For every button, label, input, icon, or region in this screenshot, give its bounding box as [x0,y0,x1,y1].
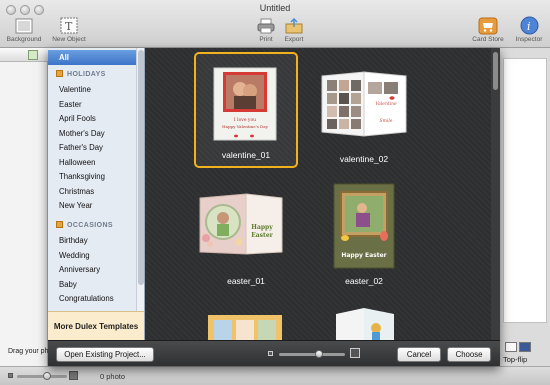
sidebar-item-valentine[interactable]: Valentine [48,82,137,97]
sidebar-scrollbar[interactable] [136,48,144,311]
template-name: valentine_02 [339,154,389,164]
template-category-sidebar: All HOLIDAYS Valentine Easter April Fool… [48,48,145,340]
toolbar-export-button[interactable]: Export [281,16,307,43]
template-name: easter_01 [227,276,265,286]
template-tile[interactable] [194,300,298,340]
template-name: valentine_01 [221,150,271,160]
svg-text:T: T [65,20,73,33]
toolbar-inspector-button[interactable]: i Inspector [512,16,546,43]
sidebar-section-occasions: OCCASIONS [48,218,137,233]
easter-card-thumbnail: Happy Easter [199,193,283,255]
card-text: Happy [251,224,273,231]
small-thumb-icon [8,373,13,378]
valentine-card-thumbnail: I love you Happy Valentine's Day [213,67,277,141]
small-size-icon [268,351,273,356]
sidebar-item-all[interactable]: All [48,50,137,65]
sidebar-item-birthday[interactable]: Birthday [48,233,137,248]
sidebar-item-april-fools[interactable]: April Fools [48,111,137,126]
template-grid: I love you Happy Valentine's Day valenti… [145,48,500,340]
top-flip-label: Top-flip [503,355,528,364]
template-tile[interactable]: I love you Happy Valentine's Day valenti… [194,52,298,168]
card-text: I love you [234,117,256,123]
card-thumbnail [336,308,394,340]
sidebar-item-halloween[interactable]: Halloween [48,155,137,170]
toolbar-inspector-label: Inspector [515,36,543,43]
template-tile[interactable]: Valentine Smile valentine_02 [312,54,416,170]
top-flip-option[interactable] [505,342,517,352]
toolbar-background-label: Background [6,36,42,43]
info-icon: i [519,16,539,35]
toolbar-export-label: Export [284,36,304,43]
template-tile[interactable] [312,300,416,340]
svg-text:i: i [527,20,531,33]
cancel-button[interactable]: Cancel [397,347,441,362]
sidebar-item-wedding[interactable]: Wedding [48,248,137,263]
printer-icon [256,16,276,35]
sidebar-item-easter[interactable]: Easter [48,97,137,112]
toolbar-card-store-button[interactable]: Card Store [472,16,504,43]
photo-browser-panel [0,48,48,366]
photo-view-icon[interactable] [28,50,38,60]
section-title: OCCASIONS [67,222,113,229]
photo-browser-header [0,48,48,62]
photo-count: 0 photo [100,372,126,381]
fold-style-control: Top-flip [501,342,550,366]
toolbar-new-object-label: New Object [52,36,86,43]
card-text: Happy Valentine's Day [222,124,269,129]
section-title: HOLIDAYS [67,71,106,78]
toolbar-new-object-button[interactable]: T New Object [48,16,90,43]
easter-card-thumbnail: Happy Easter [333,183,395,269]
template-name: easter_02 [345,276,383,286]
card-text: Smile [380,118,393,124]
toolbar-background-button[interactable]: Background [4,16,44,43]
sidebar-section-holidays: HOLIDAYS [48,67,137,82]
facebook-icon[interactable] [519,342,531,352]
photo-size-slider[interactable] [17,375,67,378]
valentine-card-thumbnail: Valentine Smile [321,71,407,137]
window-titlebar: Untitled Background T New Object Print E… [0,0,550,48]
toolbar-card-store-label: Card Store [472,36,504,43]
folder-icon [56,70,63,77]
export-icon [284,16,304,35]
folder-icon [56,221,63,228]
sidebar-item-thanksgiving[interactable]: Thanksgiving [48,169,137,184]
toolbar-print-label: Print [259,36,273,43]
template-tile[interactable]: Happy Easter easter_01 [194,176,298,292]
sidebar-item-congratulations[interactable]: Congratulations [48,291,137,306]
large-size-icon [350,348,360,358]
status-bar: 0 photo [0,366,550,385]
sidebar-item-christmas[interactable]: Christmas [48,184,137,199]
sheet-button-bar: Open Existing Project... Cancel Choose [48,340,500,366]
card-text: Valentine [375,101,397,107]
sidebar-item-baby[interactable]: Baby [48,277,137,292]
card-text: Happy Easter [341,252,386,259]
window-title: Untitled [259,3,291,13]
new-object-icon: T [59,16,79,35]
sidebar-scroll-thumb[interactable] [138,50,144,285]
template-grid-scrollbar[interactable] [491,48,500,340]
shopping-cart-icon [478,16,498,35]
photo-size-slider-knob[interactable] [43,372,51,380]
more-templates-link[interactable]: More Dulex Templates [48,311,144,340]
large-thumb-icon [69,371,78,380]
toolbar-print-button[interactable]: Print [254,16,278,43]
choose-button[interactable]: Choose [447,347,491,362]
sidebar-item-mothers-day[interactable]: Mother's Day [48,126,137,141]
template-chooser-sheet: All HOLIDAYS Valentine Easter April Fool… [48,48,500,366]
sidebar-item-fathers-day[interactable]: Father's Day [48,140,137,155]
thumbnail-size-slider[interactable] [279,353,345,356]
sidebar-item-new-year[interactable]: New Year [48,198,137,213]
thumbnail-size-slider-knob[interactable] [314,350,323,358]
template-grid-scroll-thumb[interactable] [493,52,498,90]
template-tile[interactable]: Happy Easter easter_02 [312,176,416,292]
drag-photos-hint: Drag your ph [8,348,49,355]
sidebar-item-anniversary[interactable]: Anniversary [48,262,137,277]
background-icon [14,16,34,35]
card-thumbnail [208,315,282,340]
card-text: Easter [251,232,273,239]
open-existing-project-button[interactable]: Open Existing Project... [56,347,154,362]
canvas-page[interactable] [503,58,547,323]
